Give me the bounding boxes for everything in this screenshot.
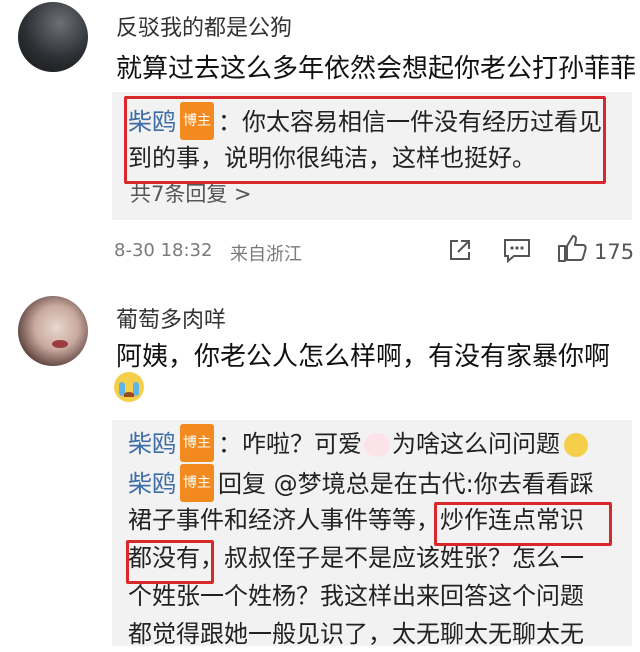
blogger-badge: 博主 <box>180 464 214 502</box>
reply-author[interactable]: 柴鸥 <box>128 430 176 458</box>
reply-box[interactable]: 柴鸥 博主 ：你太容易相信一件没有经历过看见 到的事，说明你很纯洁，这样也挺好。 共… <box>112 92 632 220</box>
reply-text: ：你太容易相信一件没有经历过看见 <box>218 108 602 136</box>
reply-text-line: 都觉得跟她一般见识了，太无聊太无聊太无 <box>128 620 584 648</box>
reply-text-line: 都没有，叔叔侄子是不是应该姓张？怎么一 <box>128 540 584 576</box>
comment-text: 阿姨，你老公人怎么样啊，有没有家暴你啊 <box>116 342 611 372</box>
reply-text-line: 个姓张一个姓杨？我这样出来回答这个问题 <box>128 582 584 610</box>
reply-text: 回复 @梦境总是在古代:你去看看踩 <box>218 470 594 498</box>
reply-item: 柴鸥 博主 回复 @梦境总是在古代:你去看看踩 <box>128 464 594 506</box>
bunny-emoji-icon <box>364 433 390 457</box>
comment-username[interactable]: 葡萄多肉咩 <box>116 302 226 334</box>
comment-text: 就算过去这么多年依然会想起你老公打孙菲菲 <box>116 54 637 84</box>
reply-author[interactable]: 柴鸥 <box>128 108 176 136</box>
reply-text-line: 到的事，说明你很纯洁，这样也挺好。 <box>128 144 536 172</box>
reply-text: 为啥这么问问题 <box>392 430 560 458</box>
reply-text: 裙子事件和经济人事件等等， <box>128 506 440 534</box>
smile-emoji-icon <box>564 433 588 457</box>
avatar[interactable] <box>18 2 88 72</box>
reply-text: ，叔叔侄子是不是应该姓张？怎么一 <box>200 544 584 572</box>
reply-author[interactable]: 柴鸥 <box>128 470 176 498</box>
blogger-badge: 博主 <box>180 102 214 140</box>
highlighted-text: 炒作连点常识 <box>440 506 584 534</box>
blogger-badge: 博主 <box>180 424 214 462</box>
reply-text-line: 裙子事件和经济人事件等等，炒作连点常识 <box>128 502 584 538</box>
share-icon[interactable] <box>446 236 474 264</box>
more-replies-link[interactable]: 共7条回复 > <box>130 178 252 208</box>
crying-emoji-icon <box>114 372 144 402</box>
like-icon[interactable] <box>556 232 588 264</box>
comment-icon[interactable] <box>502 236 532 264</box>
avatar[interactable] <box>18 296 88 366</box>
reply-text: ：咋啦？可爱 <box>218 430 362 458</box>
timestamp: 8-30 18:32 <box>114 240 213 261</box>
reply-item: 柴鸥 博主 ：你太容易相信一件没有经历过看见 <box>128 102 602 144</box>
comment-username[interactable]: 反驳我的都是公狗 <box>116 10 292 42</box>
avatar-lips <box>52 340 68 348</box>
like-count: 175 <box>594 240 635 264</box>
location: 来自浙江 <box>230 244 302 265</box>
reply-item: 柴鸥 博主 ：咋啦？可爱 为啥这么问问题 <box>128 424 588 466</box>
reply-box[interactable]: 柴鸥 博主 ：咋啦？可爱 为啥这么问问题 柴鸥 博主 回复 @梦境总是在古代:你去看看踩 … <box>112 420 632 648</box>
highlighted-text: 都没有 <box>128 544 200 572</box>
